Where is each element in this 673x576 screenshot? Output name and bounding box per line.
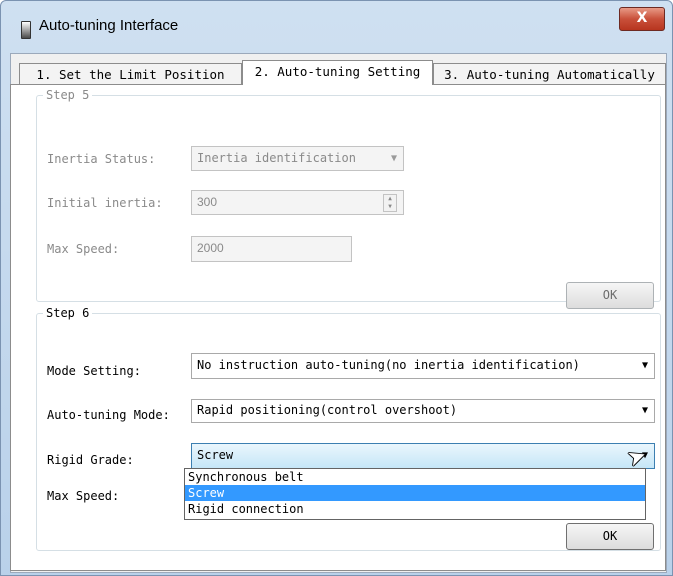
initial-inertia-input[interactable]: 300 ▲ ▼: [191, 190, 404, 215]
mode-setting-select[interactable]: No instruction auto-tuning(no inertia id…: [191, 353, 655, 379]
title-bar: Auto-tuning Interface X: [1, 1, 672, 53]
window-title: Auto-tuning Interface: [39, 17, 179, 34]
auto-tuning-mode-value: Rapid positioning(control overshoot): [197, 403, 458, 417]
rigid-grade-dropdown-list: Synchronous belt Screw Rigid connection: [184, 468, 646, 520]
max-speed-label-step5: Max Speed:: [47, 242, 120, 256]
rigid-grade-value: Screw: [197, 448, 234, 462]
spinner-icon[interactable]: ▲ ▼: [383, 194, 397, 212]
mode-setting-label: Mode Setting:: [47, 364, 141, 378]
spin-down-icon: ▼: [388, 203, 392, 210]
initial-inertia-value: 300: [197, 195, 218, 209]
chevron-down-icon: ▼: [641, 360, 648, 371]
auto-tuning-mode-label: Auto-tuning Mode:: [47, 408, 170, 422]
list-item[interactable]: Synchronous belt: [185, 469, 645, 485]
mode-setting-value: No instruction auto-tuning(no inertia id…: [197, 358, 580, 372]
app-icon: [21, 21, 31, 39]
ok-button-step6[interactable]: OK: [566, 523, 654, 550]
initial-inertia-label: Initial inertia:: [47, 196, 163, 210]
inertia-status-label: Inertia Status:: [47, 152, 156, 166]
close-button[interactable]: X: [619, 7, 665, 31]
rigid-grade-select[interactable]: Screw ▼: [191, 443, 655, 469]
auto-tuning-window: Auto-tuning Interface X 1. Set the Limit…: [0, 0, 673, 576]
chevron-down-icon: ▼: [641, 405, 648, 416]
tab-set-limit-position[interactable]: 1. Set the Limit Position: [19, 63, 242, 85]
tab-auto-tuning-automatically[interactable]: 3. Auto-tuning Automatically: [433, 63, 666, 85]
inertia-status-select[interactable]: Inertia identification ▼: [191, 146, 404, 171]
max-speed-input-step5[interactable]: 2000: [191, 236, 352, 262]
spin-up-icon: ▲: [388, 195, 392, 202]
list-item[interactable]: Screw: [185, 485, 645, 501]
list-item[interactable]: Rigid connection: [185, 501, 645, 517]
inertia-status-value: Inertia identification: [197, 151, 356, 165]
max-speed-label-step6: Max Speed:: [47, 489, 120, 503]
chevron-down-icon: ▼: [390, 153, 397, 164]
auto-tuning-mode-select[interactable]: Rapid positioning(control overshoot) ▼: [191, 399, 655, 423]
rigid-grade-label: Rigid Grade:: [47, 453, 134, 467]
step6-legend: Step 6: [46, 306, 90, 320]
tab-auto-tuning-setting[interactable]: 2. Auto-tuning Setting: [242, 60, 433, 85]
ok-button-step5[interactable]: OK: [566, 282, 654, 309]
max-speed-value-step5: 2000: [197, 241, 224, 255]
step5-legend: Step 5: [46, 88, 90, 102]
